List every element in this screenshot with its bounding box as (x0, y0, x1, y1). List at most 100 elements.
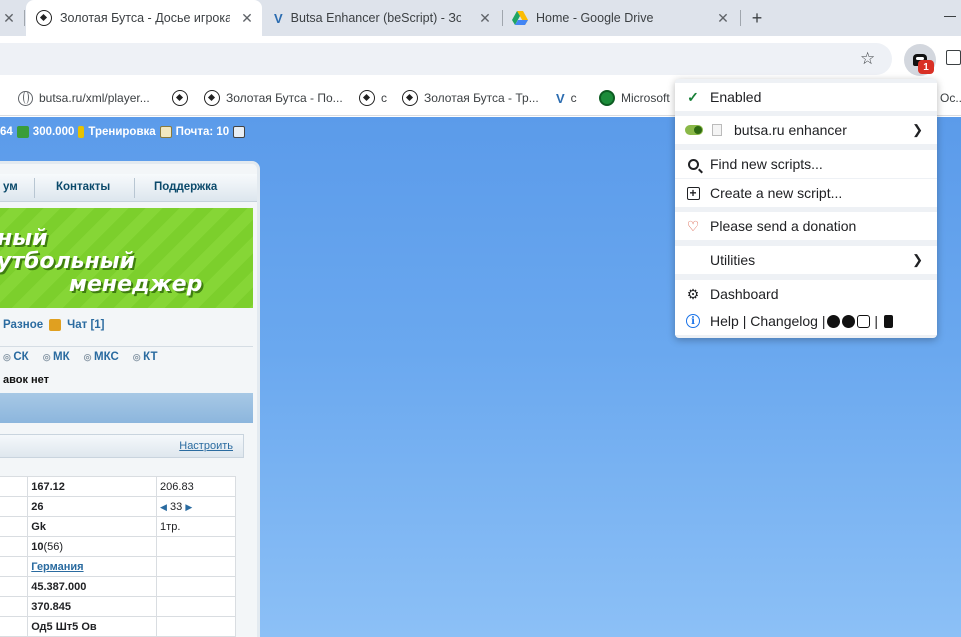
table-row: Од5 Шт5 Ов (0, 616, 236, 637)
site-nav: ум Контакты Поддержка (0, 174, 257, 202)
menu-item-enabled[interactable]: ✓ Enabled (675, 83, 937, 111)
bookmark-item[interactable] (172, 89, 188, 107)
site-menu-row: Разное Чат [1] (0, 312, 253, 338)
chat-icon (49, 319, 62, 331)
menu-label: Dashboard (710, 286, 779, 302)
tab-title: Home - Google Drive (536, 11, 654, 25)
table-row: 370.845 (0, 596, 236, 617)
tab-separator (740, 10, 741, 26)
changelog-link[interactable]: Changelog (750, 313, 818, 329)
bookmark-item[interactable]: butsa.ru/xml/player... (18, 89, 150, 107)
site-topbar: 64 300.000 Тренировка Почта: 10 (0, 123, 246, 141)
topbar-training[interactable]: Тренировка (88, 126, 155, 138)
nav-contacts[interactable]: Контакты (56, 181, 110, 193)
gear-icon: ⚙ (686, 285, 700, 302)
bookmark-label: Microsoft (621, 91, 670, 105)
table-cell (156, 556, 236, 577)
facebook-icon[interactable] (842, 315, 856, 328)
mobile-link (883, 315, 893, 328)
soccer-ball-icon (359, 90, 375, 106)
help-link[interactable]: Help (710, 313, 739, 329)
toggle-icon[interactable] (685, 125, 703, 135)
menu-item-create-script[interactable]: + Create a new script... (675, 179, 937, 207)
arrow-left-icon[interactable]: ◀ (160, 502, 167, 512)
menu-label: Utilities (710, 252, 756, 268)
bets-status: авок нет (3, 374, 50, 386)
social-links (827, 315, 871, 328)
menu-misc[interactable]: Разное (3, 319, 43, 331)
table-cell: 10(56) (27, 536, 158, 557)
tab-close-icon[interactable]: ✕ (0, 9, 18, 27)
menu-item-script[interactable]: butsa.ru enhancer ❯ (675, 116, 937, 144)
phone-icon[interactable] (883, 315, 893, 328)
table-cell: 45.387.000 (27, 576, 158, 597)
check-icon: ✓ (687, 88, 699, 105)
stepper-value: 33 (170, 500, 183, 513)
bookmark-item[interactable]: Ос... (940, 89, 961, 107)
chevron-right-icon: ❯ (912, 122, 923, 137)
tab-close-icon[interactable]: ✕ (476, 9, 494, 27)
tab-google-drive[interactable]: Home - Google Drive ✕ (504, 0, 738, 36)
tab-close-icon[interactable]: ✕ (714, 9, 732, 27)
menu-item-utilities[interactable]: Utilities ❯ (675, 246, 937, 274)
banner-text: утбольный (0, 249, 136, 274)
link-sk[interactable]: СК (3, 351, 28, 363)
search-icon (685, 156, 701, 172)
country-link-text[interactable]: Германия (31, 561, 83, 573)
menu-item-find-scripts[interactable]: Find new scripts... (675, 150, 937, 178)
bookmark-item[interactable]: Золотая Бутса - По... (204, 89, 343, 107)
site-panel: ум Контакты Поддержка ный утбольный мене… (0, 161, 260, 637)
menu-chat[interactable]: Чат [1] (67, 319, 104, 331)
table-row: 45.387.000 (0, 576, 236, 597)
table-cell (156, 536, 236, 557)
menu-item-donate[interactable]: ♡ Please send a donation (675, 212, 937, 240)
money-icon (16, 126, 29, 138)
bookmark-label: butsa.ru/xml/player... (39, 91, 150, 105)
nav-separator (134, 178, 135, 198)
arrow-right-icon[interactable]: ▶ (185, 502, 192, 512)
link-mk[interactable]: МК (43, 351, 70, 363)
bookmark-item[interactable]: Microsoft (599, 89, 670, 107)
table-cell: Gk (27, 516, 158, 537)
section-stripe (0, 393, 253, 423)
table-cell: Од5 Шт5 Ов (27, 616, 158, 637)
soccer-ball-icon (204, 90, 220, 106)
table-cell: 167.12 (27, 476, 158, 497)
nav-forum[interactable]: ум (3, 181, 18, 193)
bookmark-item[interactable]: с (359, 89, 387, 107)
github-icon[interactable] (827, 315, 841, 328)
minimize-icon[interactable] (944, 16, 956, 17)
bookmark-item[interactable]: Золотая Бутса - Тр... (402, 89, 539, 107)
table-row: Германия (0, 556, 236, 577)
bookmark-star-icon[interactable]: ☆ (860, 49, 875, 69)
number-stepper[interactable]: ◀ 33 ▶ (156, 496, 236, 517)
separator: | (874, 313, 879, 329)
country-link[interactable]: Германия (27, 556, 158, 577)
browser-toolbar: ☆ 1 (0, 36, 961, 80)
bookmark-item[interactable]: V с (556, 89, 577, 107)
new-tab-button[interactable]: + (746, 7, 768, 29)
address-bar[interactable] (0, 43, 892, 75)
tab-close-icon[interactable]: ✕ (238, 9, 256, 27)
topbar-mail[interactable]: Почта: 10 (176, 126, 230, 138)
tab-butsa-profile[interactable]: Золотая Бутса - Досье игрока ✕ (26, 0, 262, 36)
soccer-ball-icon (36, 10, 52, 26)
instagram-icon[interactable] (857, 315, 871, 328)
table-cell: 206.83 (156, 476, 236, 497)
topbar-money[interactable]: 300.000 (33, 126, 75, 138)
screen-icon[interactable] (233, 126, 246, 138)
menu-item-dashboard[interactable]: ⚙ Dashboard (675, 280, 937, 308)
configure-link[interactable]: Настроить (179, 440, 233, 452)
tab-butsa-enhancer[interactable]: V Butsa Enhancer (beScript) - Зол ✕ (264, 0, 500, 36)
bookmark-label: Золотая Бутса - По... (226, 91, 343, 105)
link-mks[interactable]: МКС (84, 351, 119, 363)
nav-support[interactable]: Поддержка (154, 181, 217, 193)
tab-partial[interactable]: ✕ (0, 0, 22, 36)
bookmark-label: Золотая Бутса - Тр... (424, 91, 539, 105)
info-icon: i (685, 313, 701, 329)
table-cell (156, 616, 236, 637)
extensions-puzzle-icon[interactable] (946, 50, 961, 65)
tab-title: Butsa Enhancer (beScript) - Зол (290, 11, 461, 25)
bookmark-label: Ос... (940, 91, 961, 105)
link-kt[interactable]: КТ (133, 351, 157, 363)
